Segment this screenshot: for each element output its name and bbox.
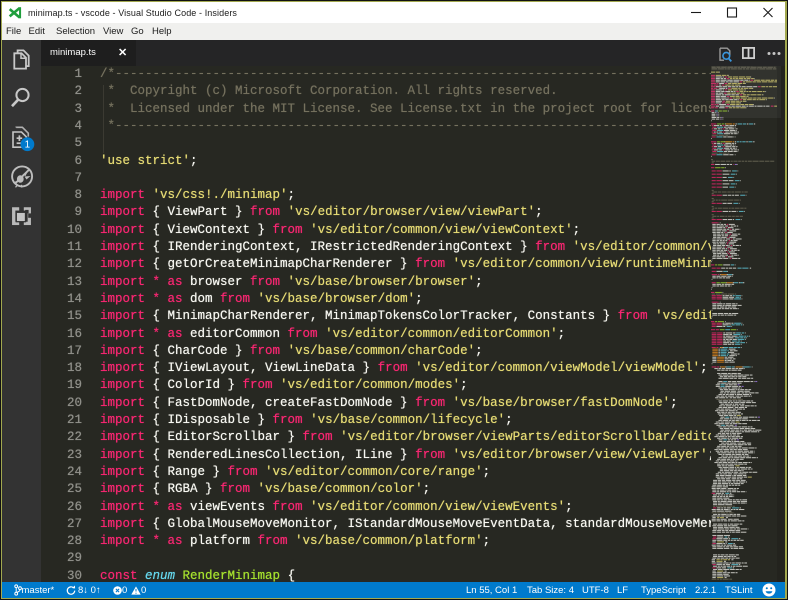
svg-text:1: 1 bbox=[25, 140, 30, 151]
